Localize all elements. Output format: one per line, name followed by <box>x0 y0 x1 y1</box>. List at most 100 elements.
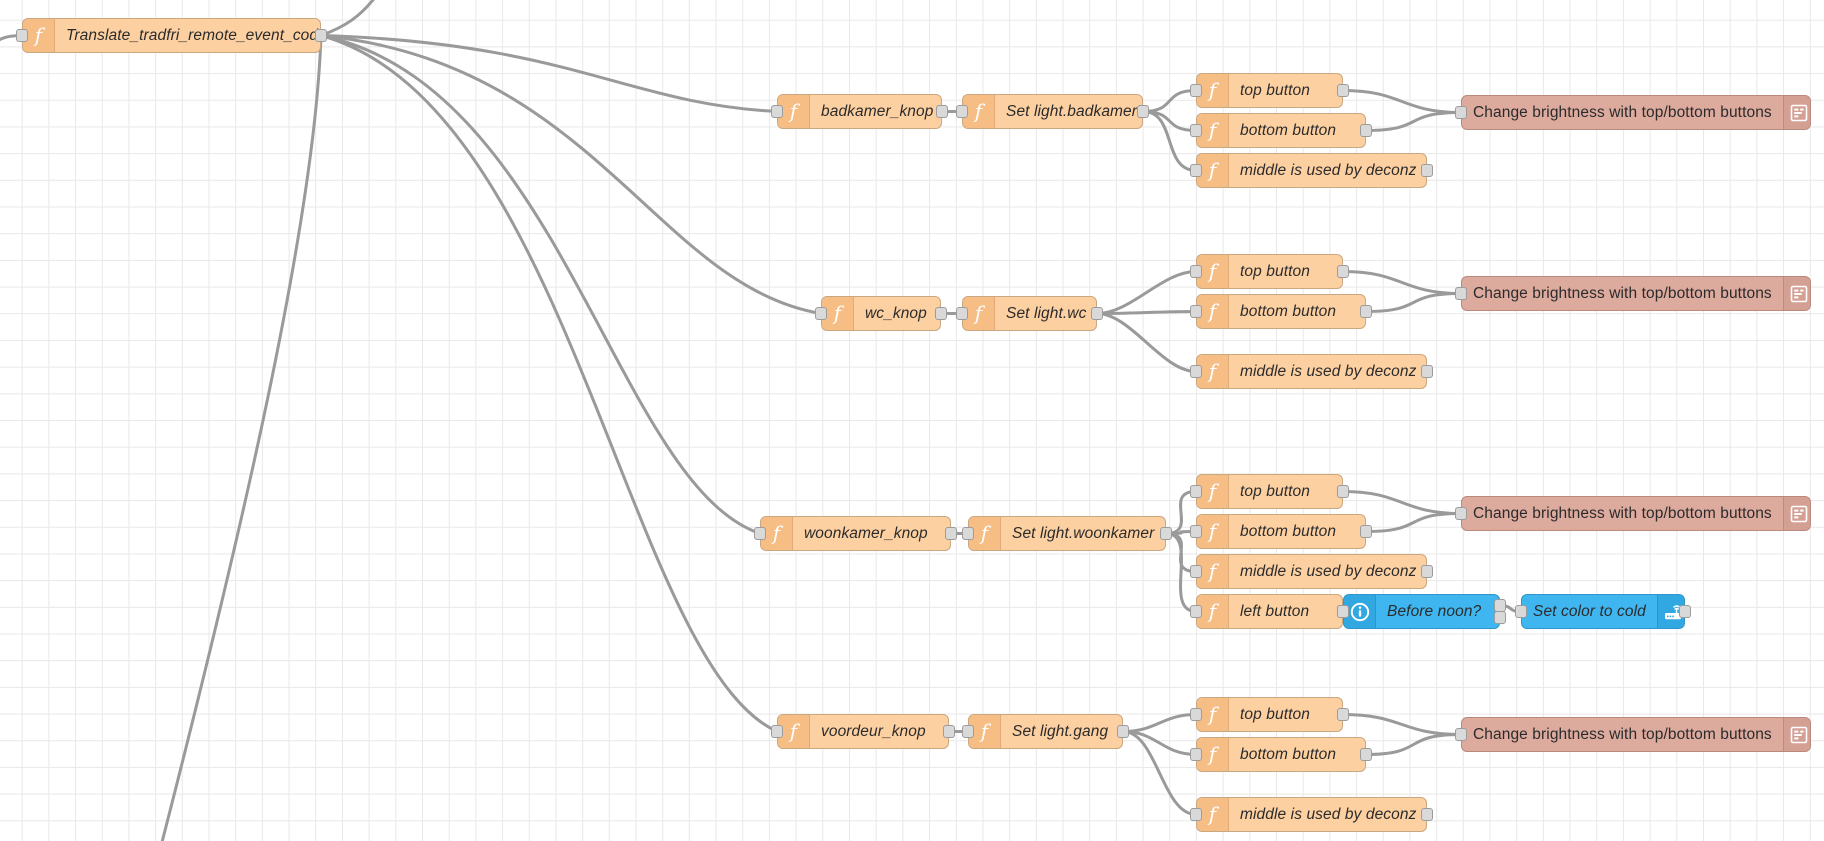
node-label: Set light.wc <box>1006 304 1087 322</box>
node-input-port[interactable] <box>1455 287 1467 300</box>
wire-bk_top-to-bk_bright <box>1341 89 1463 114</box>
node-output-port[interactable] <box>1360 748 1372 761</box>
node-output-port[interactable] <box>935 307 947 320</box>
wire-bk_bottom-to-bk_bright <box>1364 111 1463 132</box>
node-bk_bottom[interactable]: f bottom button <box>1196 113 1366 148</box>
node-output-port[interactable] <box>1360 525 1372 538</box>
node-before_noon[interactable]: Before noon? <box>1343 594 1500 629</box>
node-output-port[interactable] <box>936 105 948 118</box>
node-input-port[interactable] <box>1190 565 1202 578</box>
function-f-glyph: f <box>772 520 781 545</box>
node-input-port[interactable] <box>1190 164 1202 177</box>
node-wk_middle[interactable]: f middle is used by deconz <box>1196 554 1427 589</box>
node-output-port[interactable] <box>1360 124 1372 137</box>
node-input-port[interactable] <box>1337 605 1349 618</box>
node-output-port[interactable] <box>1337 485 1349 498</box>
node-input-port[interactable] <box>16 29 28 42</box>
node-bk_middle[interactable]: f middle is used by deconz <box>1196 153 1427 188</box>
node-bk_top[interactable]: f top button <box>1196 73 1343 108</box>
function-f-glyph: f <box>1208 298 1217 323</box>
node-input-port[interactable] <box>1190 748 1202 761</box>
node-input-port[interactable] <box>815 307 827 320</box>
node-output-port[interactable] <box>945 527 957 540</box>
node-input-port[interactable] <box>1190 305 1202 318</box>
node-wk_left[interactable]: f left button <box>1196 594 1343 629</box>
node-input-port[interactable] <box>1190 605 1202 618</box>
node-input-port[interactable] <box>1455 106 1467 119</box>
node-output-port[interactable] <box>315 29 327 42</box>
node-output-port[interactable] <box>1360 305 1372 318</box>
node-input-port[interactable] <box>956 105 968 118</box>
node-output-port[interactable] <box>1421 365 1433 378</box>
wire-translate-to-woonkamer_knop <box>319 34 762 535</box>
wire-set_badkamer-to-bk_top <box>1141 89 1198 113</box>
node-output-port[interactable] <box>1337 708 1349 721</box>
node-vd_bottom[interactable]: f bottom button <box>1196 737 1366 772</box>
node-input-port[interactable] <box>1190 124 1202 137</box>
wire-set_wc-to-wc_top <box>1095 270 1198 315</box>
flow-canvas[interactable]: f Translate_tradfri_remote_event_codef bad… <box>0 0 1824 841</box>
node-output-port[interactable] <box>1421 808 1433 821</box>
node-input-port[interactable] <box>1190 708 1202 721</box>
node-input-port[interactable] <box>1190 525 1202 538</box>
node-input-port[interactable] <box>771 105 783 118</box>
node-output-port[interactable] <box>1679 605 1691 618</box>
node-woonkamer_knop[interactable]: f woonkamer_knop <box>760 516 951 551</box>
node-output-port[interactable] <box>1337 84 1349 97</box>
node-label: middle is used by deconz <box>1240 161 1417 179</box>
node-wk_bottom[interactable]: f bottom button <box>1196 514 1366 549</box>
node-set_color_cold[interactable]: Set color to cold <box>1521 594 1685 629</box>
node-input-port[interactable] <box>956 307 968 320</box>
node-wc_top[interactable]: f top button <box>1196 254 1343 289</box>
node-output-port[interactable] <box>1494 610 1506 624</box>
wire-translate-to-wc_knop <box>319 34 823 315</box>
node-input-port[interactable] <box>1455 728 1467 741</box>
node-badkamer_knop[interactable]: f badkamer_knop <box>777 94 942 129</box>
node-input-port[interactable] <box>962 527 974 540</box>
node-vd_bright[interactable]: Change brightness with top/bottom button… <box>1461 717 1811 752</box>
node-wc_knop[interactable]: f wc_knop <box>821 296 941 331</box>
node-bk_bright[interactable]: Change brightness with top/bottom button… <box>1461 95 1811 130</box>
node-input-port[interactable] <box>1190 365 1202 378</box>
node-translate[interactable]: f Translate_tradfri_remote_event_code <box>22 18 321 53</box>
node-output-port[interactable] <box>943 725 955 738</box>
node-input-port[interactable] <box>962 725 974 738</box>
node-input-port[interactable] <box>1190 265 1202 278</box>
node-input-port[interactable] <box>1455 507 1467 520</box>
node-output-port[interactable] <box>1421 164 1433 177</box>
node-label: top button <box>1240 482 1310 500</box>
node-output-port[interactable] <box>1421 565 1433 578</box>
node-wk_bright[interactable]: Change brightness with top/bottom button… <box>1461 496 1811 531</box>
node-output-port[interactable] <box>1160 527 1172 540</box>
node-input-port[interactable] <box>1190 84 1202 97</box>
function-f-glyph: f <box>34 22 43 47</box>
node-input-port[interactable] <box>1190 808 1202 821</box>
wire-vd_top-to-vd_bright <box>1341 713 1463 736</box>
node-set_woonkamer[interactable]: f Set light.woonkamer <box>968 516 1166 551</box>
node-wk_top[interactable]: f top button <box>1196 474 1343 509</box>
node-wc_bright[interactable]: Change brightness with top/bottom button… <box>1461 276 1811 311</box>
node-input-port[interactable] <box>1515 605 1527 618</box>
wire-set_gang-to-vd_bottom <box>1121 730 1198 756</box>
node-wc_bottom[interactable]: f bottom button <box>1196 294 1366 329</box>
node-output-port[interactable] <box>1117 725 1129 738</box>
node-vd_top[interactable]: f top button <box>1196 697 1343 732</box>
function-f-glyph: f <box>974 300 983 325</box>
node-output-port[interactable] <box>1337 265 1349 278</box>
node-set_badkamer[interactable]: f Set light.badkamer <box>962 94 1143 129</box>
node-input-port[interactable] <box>754 527 766 540</box>
node-wc_middle[interactable]: f middle is used by deconz <box>1196 354 1427 389</box>
node-label: Set light.woonkamer <box>1012 524 1155 542</box>
node-input-port[interactable] <box>1190 485 1202 498</box>
node-voordeur_knop[interactable]: f voordeur_knop <box>777 714 949 749</box>
node-label: Change brightness with top/bottom button… <box>1473 725 1772 743</box>
node-label: Change brightness with top/bottom button… <box>1473 103 1772 121</box>
node-output-port[interactable] <box>1137 105 1149 118</box>
wire-set_gang-to-vd_top <box>1121 713 1198 733</box>
function-f-glyph: f <box>1208 598 1217 623</box>
node-set_wc[interactable]: f Set light.wc <box>962 296 1097 331</box>
node-vd_middle[interactable]: f middle is used by deconz <box>1196 797 1427 832</box>
node-set_gang[interactable]: f Set light.gang <box>968 714 1123 749</box>
node-input-port[interactable] <box>771 725 783 738</box>
node-output-port[interactable] <box>1091 307 1103 320</box>
